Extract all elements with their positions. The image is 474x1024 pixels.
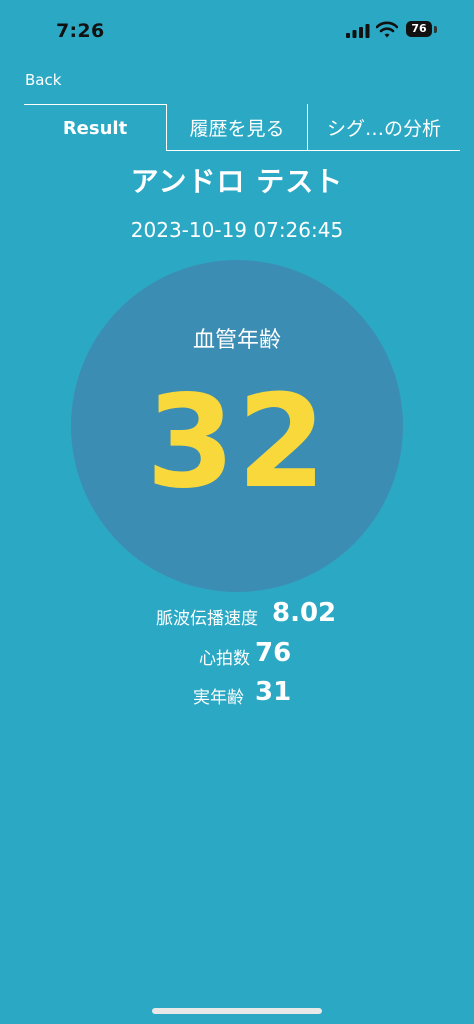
signal-icon (346, 24, 370, 38)
vascular-age-value: 32 (145, 368, 329, 517)
tab-result[interactable]: Result (24, 104, 166, 151)
vascular-age-circle: 血管年齢 32 (71, 260, 403, 592)
metric-row-heart-rate: 心拍数 76 (0, 638, 474, 674)
wifi-icon (376, 21, 398, 38)
metric-row-pwv: 脈波伝播速度 8.02 (0, 598, 474, 634)
battery-level: 76 (411, 22, 427, 35)
metric-value-pwv: 8.02 (272, 598, 337, 628)
tab-bar: Result 履歴を見る シグ…の分析 (24, 104, 460, 152)
status-time: 7:26 (56, 20, 105, 42)
status-bar: 7:26 76 (0, 0, 474, 60)
back-button[interactable]: Back (25, 71, 61, 89)
battery-body: 76 (406, 21, 432, 37)
metric-value-heart-rate: 76 (255, 638, 292, 668)
metric-value-actual-age: 31 (255, 677, 292, 707)
vascular-age-label: 血管年齢 (192, 328, 281, 353)
tab-history[interactable]: 履歴を見る (166, 104, 307, 151)
metric-label-actual-age: 実年齢 (193, 688, 244, 708)
battery-tip (434, 26, 437, 33)
test-timestamp: 2023-10-19 07:26:45 (130, 218, 344, 242)
metric-row-actual-age: 実年齢 31 (0, 677, 474, 713)
metric-label-heart-rate: 心拍数 (199, 649, 250, 669)
tab-analysis[interactable]: シグ…の分析 (307, 104, 460, 151)
battery-icon: 76 (406, 21, 438, 39)
home-indicator[interactable] (152, 1008, 322, 1014)
test-title: アンドロ テスト (130, 165, 344, 198)
metric-label-pwv: 脈波伝播速度 (156, 609, 258, 629)
